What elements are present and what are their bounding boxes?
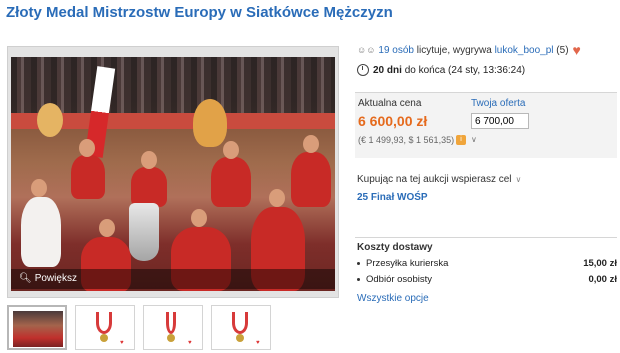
info-icon[interactable]: i bbox=[456, 135, 466, 145]
bidders-text: licytuje, wygrywa bbox=[416, 44, 492, 56]
shipping-option-price: 15,00 zł bbox=[583, 258, 617, 269]
shipping-heading: Koszty dostawy bbox=[357, 242, 433, 253]
player bbox=[71, 155, 105, 199]
thumbnail-medal-3[interactable]: ♥ bbox=[211, 305, 271, 350]
heart-icon: ♥ bbox=[256, 340, 260, 346]
price-box: Aktualna cena 6 600,00 zł (€ 1 499,93, $… bbox=[355, 92, 617, 158]
player-head bbox=[99, 219, 115, 237]
time-row: 20 dni do końca (24 sty, 13:36:24) bbox=[357, 64, 617, 76]
leader-link[interactable]: lukok_boo_pl bbox=[495, 45, 554, 56]
leader-rating: (5) bbox=[556, 44, 569, 56]
bidding-info: ☺☺ 19 osób licytuje, wygrywa lukok_boo_p… bbox=[357, 42, 617, 76]
ribbon-icon bbox=[232, 312, 248, 334]
time-text: do końca (24 sty, 13:36:24) bbox=[404, 64, 526, 76]
chevron-down-icon: ∨ bbox=[515, 175, 522, 184]
player bbox=[211, 157, 251, 207]
chevron-down-icon[interactable]: ∨ bbox=[471, 135, 477, 144]
player-head bbox=[223, 141, 239, 159]
users-icon: ☺☺ bbox=[357, 45, 376, 55]
medal-icon bbox=[236, 334, 244, 342]
shipping-option: Przesyłka kurierska 15,00 zł bbox=[357, 258, 617, 269]
shipping-option-price: 0,00 zł bbox=[588, 274, 617, 285]
player-head bbox=[141, 151, 157, 169]
thumbnail-photo[interactable] bbox=[7, 305, 67, 350]
heart-icon: ♥ bbox=[188, 340, 192, 346]
thumbnail-medal-1[interactable]: ♥ bbox=[75, 305, 135, 350]
mascot-small bbox=[37, 103, 63, 137]
bidders-count-link[interactable]: 19 osób bbox=[378, 45, 414, 56]
ribbon-icon bbox=[166, 312, 176, 334]
current-price-label: Aktualna cena bbox=[358, 98, 422, 109]
zoom-button[interactable]: 🔍︎ Powiększ bbox=[11, 269, 335, 289]
ribbon-icon bbox=[96, 312, 112, 334]
magnifier-icon: 🔍︎ bbox=[19, 273, 32, 284]
player-head bbox=[79, 139, 95, 157]
charity-text-row[interactable]: Kupując na tej aukcji wspierasz cel ∨ bbox=[357, 174, 617, 185]
clock-icon bbox=[357, 64, 369, 76]
mascot bbox=[193, 99, 227, 147]
medal-icon bbox=[100, 334, 108, 342]
bullet-icon bbox=[357, 278, 360, 281]
time-left: 20 dni bbox=[373, 64, 402, 76]
page-title: Złoty Medal Mistrzostw Europy w Siatkówc… bbox=[6, 4, 393, 21]
divider bbox=[355, 237, 617, 238]
player-head bbox=[31, 179, 47, 197]
thumbnail-image bbox=[13, 311, 63, 347]
charity-text: Kupując na tej aukcji wspierasz cel bbox=[357, 174, 512, 185]
player-head bbox=[191, 209, 207, 227]
player bbox=[291, 152, 331, 207]
medal-icon bbox=[167, 334, 175, 342]
shipping-option-name: Odbiór osobisty bbox=[366, 274, 433, 285]
all-options-link[interactable]: Wszystkie opcje bbox=[357, 293, 617, 304]
zoom-label: Powiększ bbox=[34, 273, 77, 284]
heart-icon[interactable]: ♥ bbox=[573, 42, 581, 58]
main-photo[interactable] bbox=[11, 57, 335, 291]
heart-icon: ♥ bbox=[120, 340, 124, 346]
shipping-option-name: Przesyłka kurierska bbox=[366, 258, 449, 269]
current-price: 6 600,00 zł bbox=[358, 113, 428, 129]
thumbnail-medal-2[interactable]: ♥ bbox=[143, 305, 203, 350]
shipping-section: Koszty dostawy Przesyłka kurierska 15,00… bbox=[357, 242, 617, 304]
trophy bbox=[129, 203, 159, 261]
bullet-icon bbox=[357, 262, 360, 265]
price-conversion: (€ 1 499,93, $ 1 561,35) bbox=[358, 135, 455, 145]
bidders-row: ☺☺ 19 osób licytuje, wygrywa lukok_boo_p… bbox=[357, 42, 617, 58]
image-gallery: 🔍︎ Powiększ bbox=[7, 46, 339, 298]
player-head bbox=[269, 189, 285, 207]
shipping-option: Odbiór osobisty 0,00 zł bbox=[357, 274, 617, 285]
offer-label: Twoja oferta bbox=[471, 98, 526, 109]
charity-cause-link[interactable]: 25 Finał WOŚP bbox=[357, 192, 617, 203]
player bbox=[21, 197, 61, 267]
charity-section: Kupując na tej aukcji wspierasz cel ∨ 25 … bbox=[357, 174, 617, 203]
offer-input[interactable] bbox=[471, 113, 529, 129]
player-head bbox=[303, 135, 319, 153]
player bbox=[131, 167, 167, 207]
